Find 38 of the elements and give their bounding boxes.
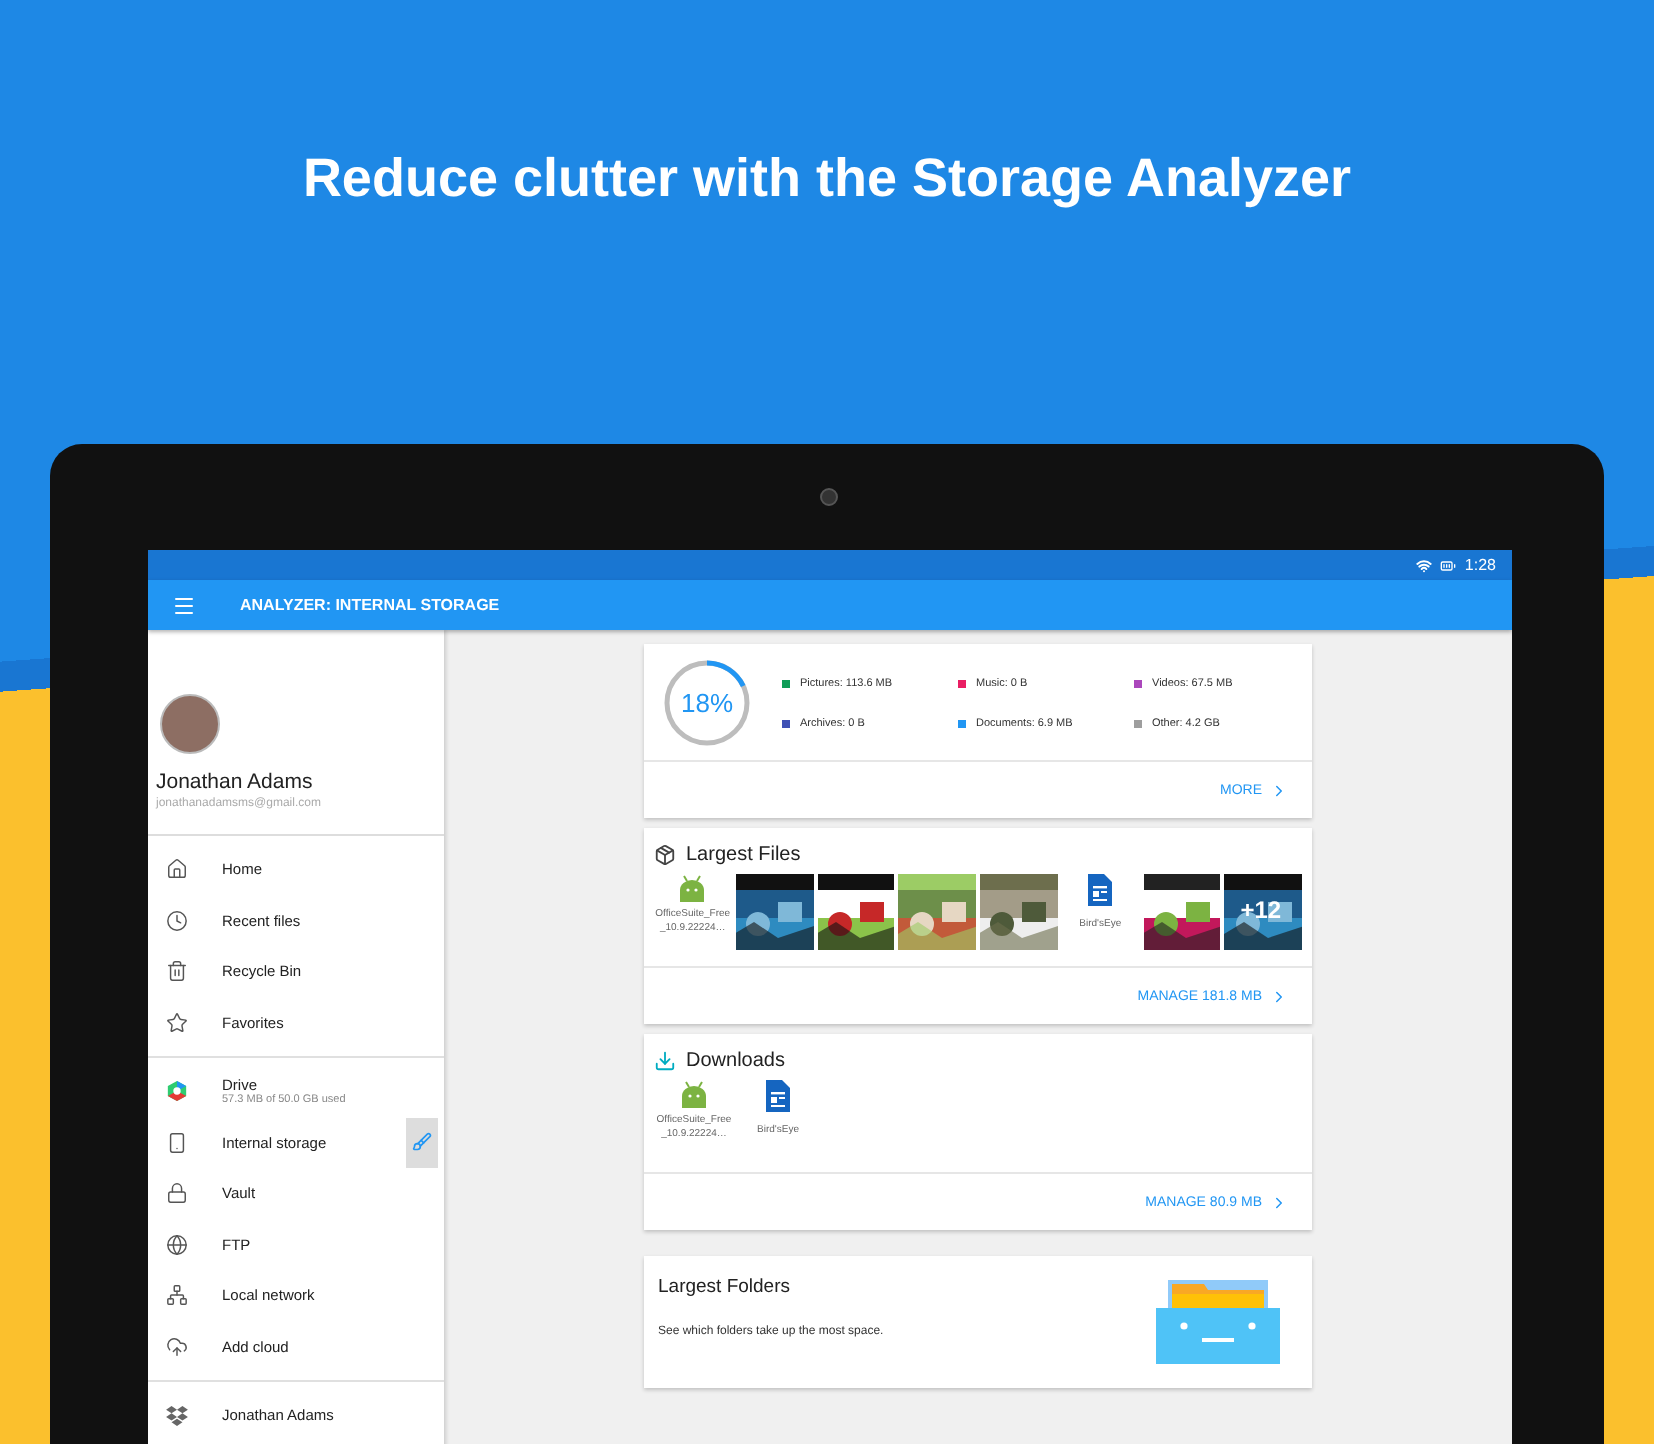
download-icon: [654, 1050, 676, 1072]
clock-time: 1:28: [1464, 556, 1496, 574]
trash-icon: [166, 960, 188, 983]
more-count: +12: [1240, 896, 1282, 924]
analyzer-button[interactable]: [406, 1117, 438, 1167]
camera-dot: [819, 488, 837, 506]
usage-ring: [660, 656, 754, 750]
globe-icon: [166, 1233, 188, 1256]
network-icon: [166, 1284, 188, 1307]
lock-icon: [166, 1182, 188, 1205]
dropbox-icon: [166, 1405, 188, 1426]
card-title: Largest Files: [686, 844, 801, 866]
clock-icon: [166, 909, 188, 932]
account-name: Jonathan Adams: [156, 770, 315, 794]
chevron-icon: [1270, 1193, 1288, 1211]
wifi-icon: [1416, 557, 1433, 573]
chevron-icon: [1270, 781, 1288, 799]
chevron-icon: [1270, 987, 1288, 1005]
headline: Reduce clutter with the Storage Analyzer: [302, 147, 1352, 209]
cloud-upload-icon: [166, 1335, 188, 1358]
document-icon: [766, 1080, 790, 1112]
drive-icon: [166, 1080, 188, 1103]
drawer-drawing: [1156, 1276, 1280, 1364]
android-file-icon: [680, 1080, 708, 1110]
battery-icon: [1440, 557, 1457, 573]
home-icon: [166, 858, 188, 881]
avatar: [160, 694, 220, 754]
brush-icon: [412, 1132, 432, 1152]
app-title: ANALYZER: INTERNAL STORAGE: [240, 596, 500, 614]
package-icon: [654, 844, 676, 866]
phone-icon: [166, 1131, 188, 1154]
menu-icon[interactable]: [172, 593, 196, 617]
usage-percent: 18%: [680, 688, 734, 718]
android-file-icon: [678, 874, 707, 904]
document-icon: [1088, 874, 1113, 906]
card-title: Largest Folders: [658, 1276, 793, 1298]
star-icon: [166, 1011, 188, 1034]
card-title: Downloads: [686, 1050, 785, 1072]
